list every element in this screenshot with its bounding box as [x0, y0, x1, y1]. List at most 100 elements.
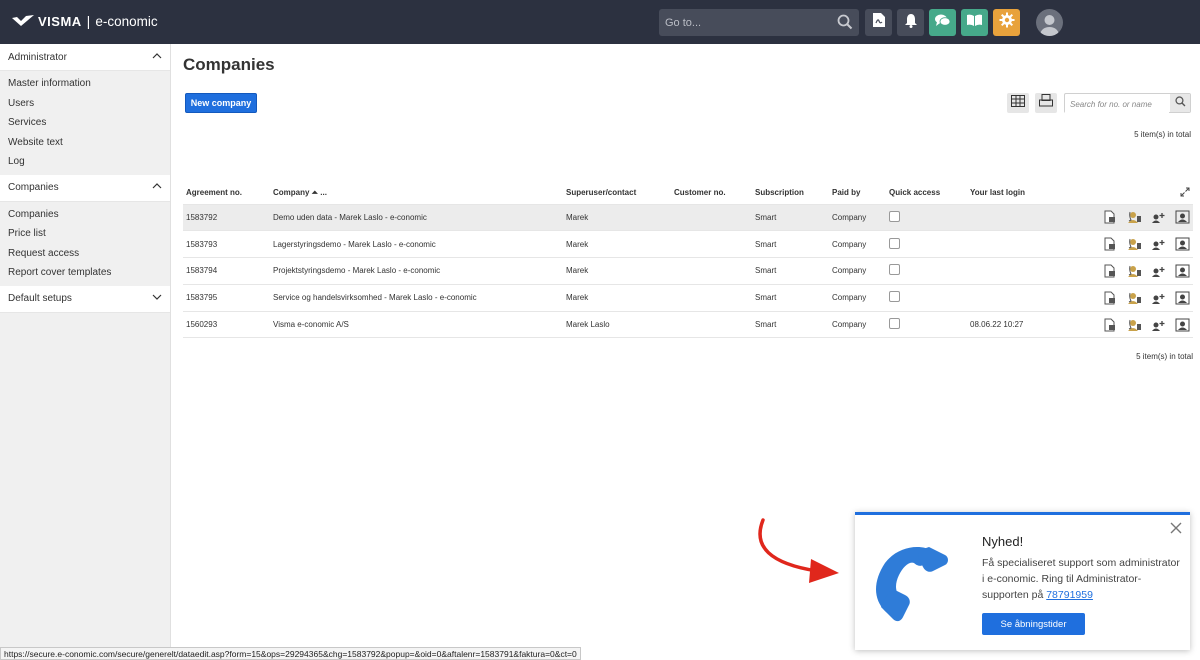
user-key-icon[interactable] [1126, 210, 1142, 224]
edit-document-icon[interactable] [1102, 318, 1118, 332]
top-bar: VISMA | e-conomic [0, 0, 1200, 44]
opening-hours-button[interactable]: Se åbningstider [982, 613, 1085, 635]
add-user-icon[interactable] [1150, 318, 1166, 332]
quick-access-checkbox[interactable] [889, 210, 900, 222]
superuser-cell: Marek [563, 284, 671, 312]
company-name-cell: Projektstyringsdemo - Marek Laslo - e-co… [270, 257, 563, 285]
item-count-bottom: 5 item(s) in total [1136, 352, 1193, 361]
paid-by-cell: Company [829, 284, 886, 312]
user-card-icon[interactable] [1174, 237, 1190, 251]
agreement-no-cell: 1583794 [183, 257, 270, 285]
edit-document-icon[interactable] [1102, 210, 1118, 224]
table-row[interactable]: 1583792 Demo uden data - Marek Laslo - e-… [183, 204, 1193, 232]
agreement-no-cell: 1583795 [183, 284, 270, 312]
pdf-document-button[interactable] [865, 9, 892, 36]
column-header-paid-by[interactable]: Paid by [829, 182, 886, 205]
print-button[interactable] [1035, 93, 1057, 113]
notifications-button[interactable] [897, 9, 924, 36]
superuser-cell: Marek [563, 204, 671, 232]
last-login-cell [967, 257, 1077, 285]
column-header-quick-access[interactable]: Quick access [886, 182, 967, 205]
sidebar-item-companies[interactable]: Companies [0, 205, 170, 225]
settings-button[interactable] [993, 9, 1020, 36]
sidebar-item-services[interactable]: Services [0, 113, 170, 133]
user-card-icon[interactable] [1174, 264, 1190, 278]
sidebar-item-master-information[interactable]: Master information [0, 74, 170, 94]
sidebar-item-website-text[interactable]: Website text [0, 133, 170, 153]
sidebar-item-log[interactable]: Log [0, 152, 170, 172]
search-icon[interactable] [837, 14, 853, 35]
company-name-cell: Demo uden data - Marek Laslo - e-conomic [270, 204, 563, 232]
quick-access-checkbox[interactable] [889, 318, 900, 330]
column-header-last-login[interactable]: Your last login [967, 182, 1077, 205]
user-key-icon[interactable] [1126, 291, 1142, 305]
user-card-icon[interactable] [1174, 291, 1190, 305]
user-key-icon[interactable] [1126, 237, 1142, 251]
column-header-superuser[interactable]: Superuser/contact [563, 182, 671, 205]
column-header-subscription[interactable]: Subscription [752, 182, 829, 205]
quick-access-checkbox[interactable] [889, 237, 900, 249]
column-header-company[interactable]: Company ⏶ ... [270, 182, 563, 205]
quick-access-cell [886, 230, 967, 259]
pdf-document-icon [872, 12, 886, 33]
user-avatar[interactable] [1036, 9, 1063, 36]
user-card-icon[interactable] [1174, 210, 1190, 224]
row-actions-cell [1077, 204, 1193, 232]
sidebar-item-price-list[interactable]: Price list [0, 224, 170, 244]
quick-access-cell [886, 257, 967, 285]
sidebar-section-label: Default setups [8, 293, 72, 304]
sidebar-item-users[interactable]: Users [0, 94, 170, 114]
user-key-icon[interactable] [1126, 264, 1142, 278]
search-button[interactable] [1170, 94, 1190, 112]
add-user-icon[interactable] [1150, 237, 1166, 251]
search-icon [1174, 94, 1186, 112]
user-avatar-icon [1036, 15, 1063, 36]
grid-view-button[interactable] [1007, 93, 1029, 113]
table-row[interactable]: 1583793 Lagerstyringsdemo - Marek Laslo -… [183, 230, 1193, 259]
quick-access-cell [886, 311, 967, 339]
goto-input[interactable] [659, 9, 829, 36]
edit-document-icon[interactable] [1102, 264, 1118, 278]
close-icon[interactable] [1170, 521, 1182, 534]
table-row[interactable]: 1583794 Projektstyringsdemo - Marek Laslo… [183, 257, 1193, 285]
sidebar-section-administrator: Administrator Master information Users S… [0, 44, 170, 175]
quick-access-checkbox[interactable] [889, 291, 900, 303]
help-book-button[interactable] [961, 9, 988, 36]
add-user-icon[interactable] [1150, 210, 1166, 224]
subscription-cell: Smart [752, 257, 829, 285]
quick-access-checkbox[interactable] [889, 264, 900, 276]
customer-no-cell [671, 230, 752, 259]
column-header-customer-no[interactable]: Customer no. [671, 182, 752, 205]
red-arrow-annotation [758, 518, 839, 583]
edit-document-icon[interactable] [1102, 291, 1118, 305]
chat-button[interactable] [929, 9, 956, 36]
company-name-cell: Service og handelsvirksomhed - Marek Las… [270, 284, 563, 312]
add-user-icon[interactable] [1150, 264, 1166, 278]
sidebar-section-companies: Companies Companies Price list Request a… [0, 174, 170, 286]
column-header-agreement[interactable]: Agreement no. [183, 182, 270, 205]
quick-access-cell [886, 204, 967, 232]
visma-logo[interactable]: VISMA | e-conomic [10, 13, 158, 29]
edit-document-icon[interactable] [1102, 237, 1118, 251]
support-phone-link[interactable]: 78791959 [1046, 589, 1093, 601]
table-row[interactable]: 1583795 Service og handelsvirksomhed - Ma… [183, 284, 1193, 312]
user-key-icon[interactable] [1126, 318, 1142, 332]
expand-column-header[interactable] [1077, 182, 1193, 205]
sidebar-section-header[interactable]: Companies [0, 174, 170, 202]
new-company-button[interactable]: New company [185, 93, 257, 113]
phone-icon [871, 541, 961, 631]
sidebar-section-header[interactable]: Default setups [0, 285, 170, 313]
notification-body: Få specialiseret support som administrat… [982, 555, 1182, 603]
sidebar-section-label: Companies [8, 182, 59, 193]
quick-access-cell [886, 284, 967, 312]
table-header-row: Agreement no. Company ⏶ ... Superuser/co… [183, 182, 1193, 205]
company-search-input[interactable] [1065, 95, 1169, 114]
sidebar-item-request-access[interactable]: Request access [0, 244, 170, 264]
add-user-icon[interactable] [1150, 291, 1166, 305]
table-row[interactable]: 1560293 Visma e-conomic A/S Marek Laslo Sma… [183, 311, 1193, 339]
user-card-icon[interactable] [1174, 318, 1190, 332]
subscription-cell: Smart [752, 230, 829, 259]
sidebar-section-header[interactable]: Administrator [0, 44, 170, 71]
subscription-cell: Smart [752, 311, 829, 339]
sidebar-item-report-cover-templates[interactable]: Report cover templates [0, 263, 170, 283]
